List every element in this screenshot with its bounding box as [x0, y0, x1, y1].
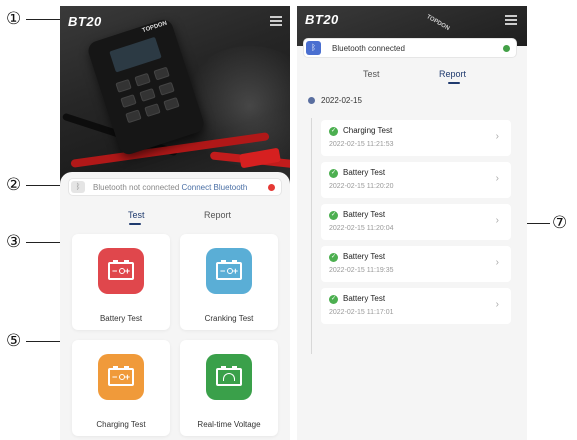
phone-screen-test: TOPDON BT20 ᛒ Bluetooth not connected Co…: [60, 6, 290, 440]
voltmeter-icon: [216, 366, 242, 386]
battery-icon: − +: [108, 260, 134, 280]
record-title: Battery Test: [343, 294, 386, 303]
device-button: [115, 78, 132, 93]
bluetooth-status-text: Bluetooth connected: [332, 44, 405, 53]
bluetooth-status-bar: ᛒ Bluetooth connected: [303, 38, 517, 58]
hero-banner: TOPDON BT20: [60, 6, 290, 186]
device-screen: [109, 36, 162, 73]
check-icon: ✓: [329, 295, 338, 304]
app-logo: BT20: [68, 14, 102, 29]
chevron-right-icon: ›: [495, 131, 499, 142]
menu-icon[interactable]: [270, 16, 282, 26]
realtime-voltage-label: Real-time Voltage: [197, 420, 261, 429]
battery-test-card[interactable]: − + Battery Test: [72, 234, 170, 330]
battery-icon: − +: [108, 366, 134, 386]
report-record[interactable]: ✓ Battery Test 2022-02-15 11:19:35 ›: [321, 246, 511, 282]
device-button: [163, 97, 180, 111]
charging-test-label: Charging Test: [96, 420, 146, 429]
callout-7: ⑦: [552, 213, 568, 233]
report-record[interactable]: ✓ Battery Test 2022-02-15 11:20:20 ›: [321, 162, 511, 198]
record-title: Charging Test: [343, 126, 393, 135]
battery-tile: − +: [98, 248, 144, 294]
record-time: 2022-02-15 11:17:01: [329, 309, 394, 316]
realtime-voltage-card[interactable]: Real-time Voltage: [180, 340, 278, 436]
device-brand: TOPDON: [141, 20, 168, 35]
bluetooth-status-text: Bluetooth not connected Connect Bluetoot…: [93, 183, 247, 192]
report-record[interactable]: ✓ Battery Test 2022-02-15 11:17:01 ›: [321, 288, 511, 324]
timeline-dot-icon: [308, 97, 315, 104]
app-logo: BT20: [305, 12, 339, 27]
record-title: Battery Test: [343, 168, 386, 177]
check-icon: ✓: [329, 127, 338, 136]
chevron-right-icon: ›: [495, 215, 499, 226]
status-dot-icon: [503, 45, 510, 52]
device-button: [144, 103, 161, 118]
device-brand: TOPDON: [425, 14, 451, 32]
bluetooth-icon: ᛒ: [306, 41, 321, 55]
battery-icon: − +: [216, 260, 242, 280]
report-record[interactable]: ✓ Charging Test 2022-02-15 11:21:53 ›: [321, 120, 511, 156]
record-title: Battery Test: [343, 252, 386, 261]
record-time: 2022-02-15 11:19:35: [329, 267, 394, 274]
report-record[interactable]: ✓ Battery Test 2022-02-15 11:20:04 ›: [321, 204, 511, 240]
tab-report[interactable]: Report: [439, 69, 466, 79]
voltage-tile: [206, 354, 252, 400]
cranking-tile: − +: [206, 248, 252, 294]
record-time: 2022-02-15 11:20:04: [329, 225, 394, 232]
bluetooth-status-label: Bluetooth not connected: [93, 183, 180, 192]
record-time: 2022-02-15 11:21:53: [329, 141, 394, 148]
tab-test[interactable]: Test: [128, 210, 145, 220]
callout-5: ⑤: [6, 331, 22, 351]
device-button: [153, 66, 170, 81]
device-button: [134, 72, 151, 87]
callout-3: ③: [6, 232, 22, 252]
bluetooth-icon: ᛒ: [71, 181, 85, 193]
status-dot-icon: [268, 184, 275, 191]
record-time: 2022-02-15 11:20:20: [329, 183, 394, 190]
battery-test-label: Battery Test: [99, 314, 143, 323]
device-button: [139, 87, 156, 102]
record-title: Battery Test: [343, 210, 386, 219]
device-button: [125, 109, 142, 124]
phone-screen-report: BT20 TOPDON ᛒ Bluetooth connected Test R…: [297, 6, 527, 440]
chevron-right-icon: ›: [495, 173, 499, 184]
device-button: [158, 81, 175, 96]
chevron-right-icon: ›: [495, 299, 499, 310]
test-panel: ᛒ Bluetooth not connected Connect Blueto…: [60, 172, 290, 440]
device-button: [120, 94, 137, 109]
check-icon: ✓: [329, 211, 338, 220]
callout-2: ②: [6, 175, 22, 195]
charging-test-card[interactable]: − + Charging Test: [72, 340, 170, 436]
chevron-right-icon: ›: [495, 257, 499, 268]
connect-bluetooth-link[interactable]: Connect Bluetooth: [182, 183, 248, 192]
bluetooth-status-bar: ᛒ Bluetooth not connected Connect Blueto…: [68, 178, 282, 196]
active-tab-indicator: [129, 223, 141, 225]
tab-test[interactable]: Test: [363, 69, 380, 79]
timeline-line: [311, 118, 312, 354]
report-date: 2022-02-15: [321, 96, 362, 105]
callout-1: ①: [6, 9, 22, 29]
cranking-test-label: Cranking Test: [204, 314, 254, 323]
check-icon: ✓: [329, 169, 338, 178]
tester-device-image: TOPDON: [85, 17, 207, 157]
charging-tile: − +: [98, 354, 144, 400]
menu-icon[interactable]: [505, 15, 517, 25]
tab-report[interactable]: Report: [204, 210, 231, 220]
cranking-test-card[interactable]: − + Cranking Test: [180, 234, 278, 330]
active-tab-indicator: [448, 82, 460, 84]
check-icon: ✓: [329, 253, 338, 262]
